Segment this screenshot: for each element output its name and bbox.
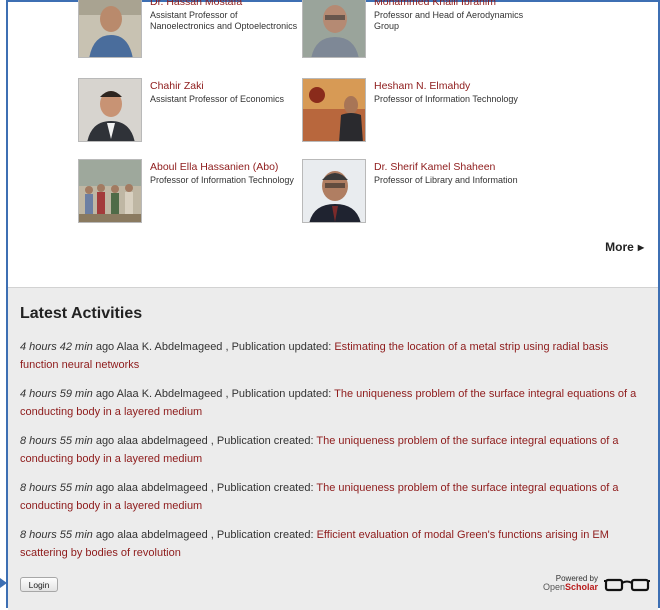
activity-time: 8 hours 55 min — [20, 529, 93, 541]
activity-time: 8 hours 55 min — [20, 482, 93, 494]
more-label: More — [605, 240, 634, 254]
activity-item: 4 hours 59 min ago Alaa K. Abdelmageed ,… — [20, 385, 648, 421]
person-title: Professor of Library and Information — [374, 175, 518, 185]
powered-by-openscholar[interactable]: Powered by OpenScholar — [543, 574, 598, 592]
activity-time: 8 hours 55 min — [20, 435, 93, 447]
caret-right-icon: ▶ — [637, 243, 644, 252]
latest-activities-panel: Latest Activities 4 hours 42 min ago Ala… — [8, 287, 658, 610]
person-card: Hesham N. Elmahdy Professor of Informati… — [302, 78, 522, 144]
activity-time: 4 hours 42 min — [20, 341, 93, 353]
person-card: Mohammed Khalil Ibrahim Professor and He… — [302, 0, 524, 60]
person-name-link[interactable]: Hesham N. Elmahdy — [374, 80, 470, 92]
person-photo[interactable] — [302, 78, 366, 142]
person-card: Chahir Zaki Assistant Professor of Econo… — [78, 78, 298, 144]
activity-item: 8 hours 55 min ago alaa abdelmageed , Pu… — [20, 526, 648, 562]
glasses-logo-icon — [604, 578, 650, 592]
section-title: Latest Activities — [20, 305, 143, 322]
person-name-link[interactable]: Dr. Hassan Mostafa — [150, 0, 242, 8]
person-title: Assistant Professor of Nanoelectronics a… — [150, 10, 298, 31]
login-button[interactable]: Login — [20, 577, 58, 592]
person-photo[interactable] — [78, 0, 142, 58]
activity-item: 4 hours 42 min ago Alaa K. Abdelmageed ,… — [20, 338, 648, 374]
person-title: Professor of Information Technology — [150, 175, 294, 185]
activity-text: ago Alaa K. Abdelmageed , Publication up… — [92, 388, 335, 400]
person-name-link[interactable]: Mohammed Khalil Ibrahim — [374, 0, 496, 8]
person-title: Professor and Head of Aerodynamics Group — [374, 10, 524, 31]
person-card: Dr. Hassan Mostafa Assistant Professor o… — [78, 0, 298, 60]
activity-text: ago alaa abdelmageed , Publication creat… — [92, 482, 317, 494]
person-name-link[interactable]: Chahir Zaki — [150, 80, 204, 92]
activity-item: 8 hours 55 min ago alaa abdelmageed , Pu… — [20, 479, 648, 515]
person-title: Assistant Professor of Economics — [150, 94, 285, 104]
person-card: Aboul Ella Hassanien (Abo) Professor of … — [78, 159, 298, 225]
activity-time: 4 hours 59 min — [20, 388, 93, 400]
person-photo[interactable] — [302, 0, 366, 58]
page-frame: Dr. Hassan Mostafa Assistant Professor o… — [6, 0, 660, 610]
person-name-link[interactable]: Aboul Ella Hassanien (Abo) — [150, 161, 278, 173]
people-grid: Dr. Hassan Mostafa Assistant Professor o… — [8, 0, 658, 287]
openscholar-brand: OpenScholar — [542, 582, 598, 592]
person-title: Professor of Information Technology — [374, 94, 518, 104]
activity-text: ago alaa abdelmageed , Publication creat… — [92, 435, 317, 447]
activity-text: ago alaa abdelmageed , Publication creat… — [92, 529, 317, 541]
person-photo[interactable] — [302, 159, 366, 223]
activity-item: 8 hours 55 min ago alaa abdelmageed , Pu… — [20, 432, 648, 468]
person-card: Dr. Sherif Kamel Shaheen Professor of Li… — [302, 159, 522, 225]
more-link[interactable]: More ▶ — [605, 240, 644, 254]
person-photo[interactable] — [78, 78, 142, 142]
person-name-link[interactable]: Dr. Sherif Kamel Shaheen — [374, 161, 495, 173]
activity-text: ago Alaa K. Abdelmageed , Publication up… — [92, 341, 335, 353]
person-photo[interactable] — [78, 159, 142, 223]
